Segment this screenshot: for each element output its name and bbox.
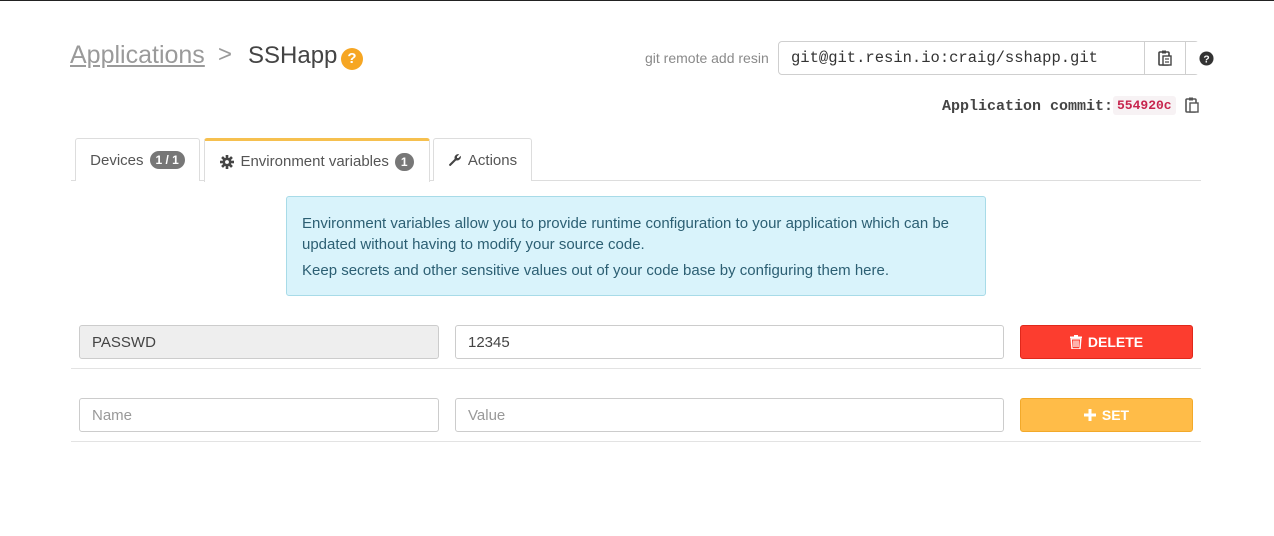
info-text-line2: Keep secrets and other sensitive values … [302, 262, 890, 279]
info-text-line1: Environment variables allow you to provi… [302, 215, 950, 253]
tab-environment-variables-label: Environment variables [240, 153, 389, 170]
row-divider [71, 441, 1201, 442]
svg-text:?: ? [1203, 54, 1209, 65]
tab-actions[interactable]: Actions [433, 138, 532, 181]
tab-devices-label: Devices [90, 151, 144, 169]
env-var-name-field[interactable] [79, 325, 439, 359]
git-remote-label: git remote add resin [645, 50, 769, 66]
git-remote-input[interactable] [779, 42, 1144, 74]
info-alert: Environment variables allow you to provi… [286, 196, 986, 296]
breadcrumb-separator: > [218, 41, 233, 68]
page-title: SSHapp [248, 42, 338, 69]
copy-git-remote-button[interactable] [1144, 42, 1185, 74]
gear-icon [220, 154, 235, 169]
commit-label: Application commit: [942, 98, 1114, 115]
wrench-icon [448, 154, 461, 166]
git-remote-group: ? [778, 41, 1226, 75]
trash-icon [1069, 335, 1082, 349]
clipboard-icon [1185, 97, 1199, 113]
breadcrumb-applications-link[interactable]: Applications [70, 41, 205, 70]
tab-environment-variables[interactable]: Environment variables 1 [204, 138, 430, 182]
set-button-label: SET [1101, 407, 1130, 423]
help-icon[interactable]: ? [341, 48, 363, 70]
env-vars-count-badge: 1 [394, 152, 414, 171]
delete-button[interactable]: DELETE [1020, 325, 1193, 359]
delete-button-label: DELETE [1087, 334, 1144, 350]
commit-hash: 554920c [1113, 96, 1176, 115]
devices-count-badge: 1 / 1 [149, 151, 185, 169]
row-divider [71, 368, 1201, 369]
question-circle-icon: ? [1198, 50, 1214, 66]
clipboard-icon [1158, 50, 1172, 66]
new-var-name-input[interactable] [79, 398, 439, 432]
new-var-value-input[interactable] [455, 398, 1004, 432]
copy-commit-button[interactable] [1185, 97, 1199, 118]
set-button[interactable]: SET [1020, 398, 1193, 432]
tab-devices[interactable]: Devices 1 / 1 [75, 138, 200, 181]
tab-actions-label: Actions [467, 151, 518, 169]
git-help-button[interactable]: ? [1185, 42, 1226, 74]
plus-icon [1083, 409, 1096, 421]
env-var-value-field[interactable] [455, 325, 1004, 359]
